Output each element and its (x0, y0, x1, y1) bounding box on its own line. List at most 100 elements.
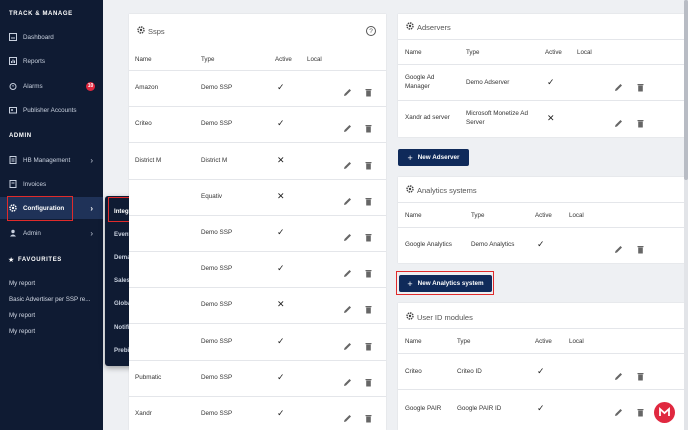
edit-icon[interactable] (343, 338, 352, 350)
column-header-type: Type (201, 56, 215, 63)
highlight-new-analytics (396, 271, 494, 295)
analytics-name: Google Analytics (405, 241, 452, 248)
sidebar-item-label: Reports (23, 57, 46, 65)
edit-icon[interactable] (343, 84, 352, 97)
favourite-link[interactable]: My report (9, 280, 35, 287)
edit-icon[interactable] (343, 301, 352, 314)
delete-icon[interactable] (636, 115, 645, 128)
delete-icon[interactable] (364, 120, 373, 133)
edit-icon[interactable] (343, 374, 352, 386)
delete-icon[interactable] (364, 265, 373, 278)
delete-icon[interactable] (636, 404, 645, 417)
analytics-title: Analytics systems (406, 185, 477, 195)
edit-icon[interactable] (614, 79, 623, 91)
accounts-icon (9, 106, 17, 114)
ssp-name: District M (135, 156, 162, 164)
help-icon[interactable]: ? (366, 26, 376, 36)
delete-icon[interactable] (364, 84, 373, 97)
ssp-type: District M (201, 156, 228, 164)
ssp-name: Amazon (135, 84, 159, 92)
column-header-name: Name (405, 338, 422, 345)
divider (129, 106, 386, 108)
scrollbar-thumb[interactable] (684, 0, 688, 180)
ssp-name: Criteo (135, 120, 152, 128)
favourite-link[interactable]: Basic Advertiser per SSP re... (9, 296, 90, 303)
sidebar-item-label: Publisher Accounts (23, 106, 77, 114)
chevron-right-icon: › (90, 228, 93, 238)
inactive-cross-icon: ✕ (277, 190, 285, 201)
delete-icon[interactable] (364, 157, 373, 169)
column-header-local: Local (577, 49, 592, 56)
edit-icon[interactable] (614, 404, 623, 416)
userid-type: Criteo ID (457, 368, 482, 375)
active-check-icon: ✓ (277, 226, 285, 237)
sidebar-item-publisher-accounts[interactable]: Publisher Accounts (0, 99, 103, 121)
new-adserver-button[interactable]: + New Adserver (398, 149, 469, 166)
edit-icon[interactable] (614, 368, 623, 380)
delete-icon[interactable] (364, 301, 373, 314)
favourite-link[interactable]: My report (9, 312, 35, 319)
sidebar-item-invoices[interactable]: Invoices (0, 173, 103, 195)
edit-icon[interactable] (343, 229, 352, 241)
edit-icon[interactable] (343, 120, 352, 133)
delete-icon[interactable] (364, 193, 373, 206)
active-check-icon: ✓ (547, 77, 555, 87)
column-header-name: Name (405, 212, 422, 219)
chevron-right-icon: › (90, 203, 93, 213)
section-admin: ADMIN (9, 133, 32, 139)
ssp-type: Demo SSP (201, 120, 233, 128)
userid-card: User ID modules Name Type Active Local C… (398, 303, 685, 430)
sidebar-item-label: Invoices (23, 180, 47, 188)
divider (398, 353, 685, 354)
sidebar-item-label: Alarms (23, 82, 43, 90)
alarm-icon (9, 82, 17, 90)
column-header-local: Local (569, 212, 584, 219)
analytics-card: Analytics systems Name Type Active Local… (398, 177, 685, 263)
ssps-card: Ssps ? Name Type Active Local Amazon Demo… (129, 14, 386, 430)
edit-icon[interactable] (614, 115, 623, 127)
active-check-icon: ✓ (537, 366, 545, 376)
ssp-type: Demo SSP (201, 409, 233, 417)
brand-logo-icon[interactable] (654, 402, 675, 423)
sidebar-item-reports[interactable]: Reports (0, 50, 103, 72)
ssp-type: Demo SSP (201, 373, 233, 381)
ssp-name: Pubmatic (135, 373, 162, 381)
favourite-link[interactable]: My report (9, 328, 35, 335)
edit-icon[interactable] (343, 410, 352, 422)
ssp-type: Demo SSP (201, 265, 233, 273)
adserver-name: Google Ad (405, 74, 435, 81)
edit-icon[interactable] (343, 157, 352, 169)
delete-icon[interactable] (636, 79, 645, 92)
edit-icon[interactable] (343, 193, 352, 205)
adserver-type: Microsoft Monetize Ad (466, 110, 528, 117)
sidebar-item-admin[interactable]: Admin › (0, 222, 103, 244)
delete-icon[interactable] (364, 410, 373, 423)
invoice-icon (9, 180, 17, 188)
delete-icon[interactable] (636, 368, 645, 381)
column-header-type: Type (471, 212, 485, 219)
active-check-icon: ✓ (277, 263, 285, 274)
delete-icon[interactable] (364, 374, 373, 387)
section-track-manage: TRACK & MANAGE (9, 11, 73, 17)
divider (129, 251, 386, 252)
ssp-type: Equativ (201, 192, 223, 200)
sidebar-item-dashboard[interactable]: Dashboard (0, 26, 103, 48)
column-header-active: Active (545, 49, 562, 56)
divider (129, 70, 386, 71)
column-header-type: Type (466, 49, 480, 56)
delete-icon[interactable] (364, 338, 373, 350)
edit-icon[interactable] (614, 241, 623, 253)
plus-icon: + (407, 152, 413, 163)
adserver-name: Xandr ad server (405, 114, 450, 121)
sidebar-item-hb-management[interactable]: HB Management › (0, 149, 103, 171)
card-title-text: Adservers (417, 22, 451, 32)
delete-icon[interactable] (364, 229, 373, 242)
active-check-icon: ✓ (537, 239, 545, 249)
edit-icon[interactable] (343, 265, 352, 278)
column-header-active: Active (275, 56, 292, 63)
delete-icon[interactable] (636, 241, 645, 254)
ssp-type: Demo SSP (201, 228, 233, 236)
sidebar-item-alarms[interactable]: Alarms 10 (0, 75, 103, 97)
divider (398, 227, 685, 228)
gear-icon (406, 312, 414, 322)
